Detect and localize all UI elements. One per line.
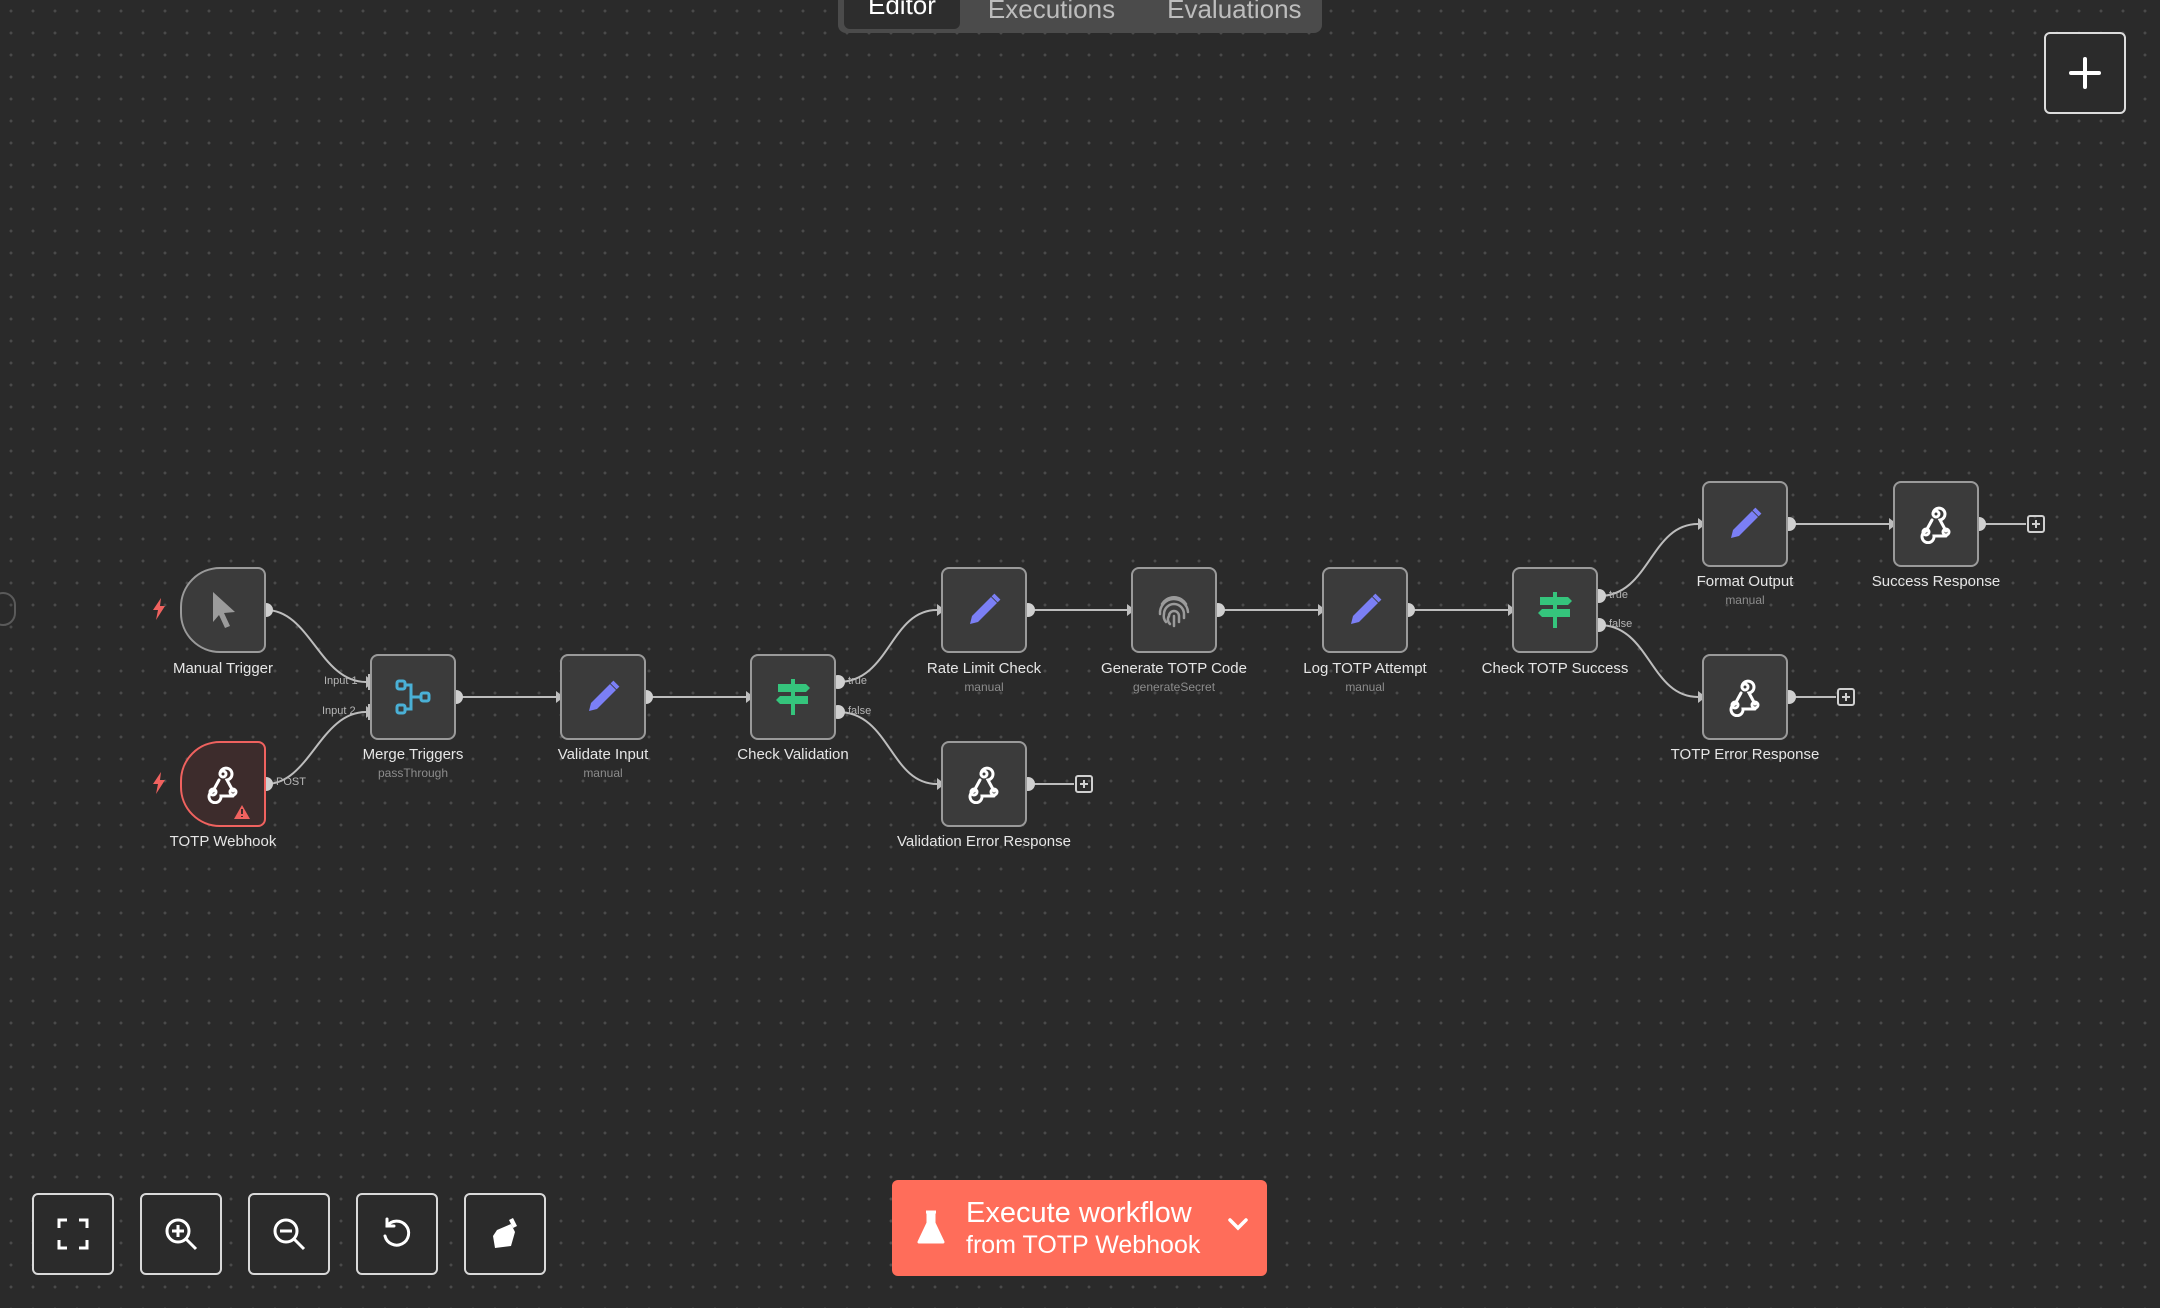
port-label: false	[1609, 618, 1633, 630]
flask-icon	[917, 1210, 945, 1244]
port-label: Input 2	[322, 705, 356, 717]
add-node-button[interactable]	[2044, 32, 2126, 114]
connections	[259, 515, 2045, 793]
tab-editor[interactable]: Editor	[844, 0, 960, 29]
node-log-totp-attempt[interactable]	[1322, 567, 1408, 653]
pencil-icon	[589, 680, 620, 711]
fit-view-button[interactable]	[32, 1193, 114, 1275]
node-label: Check Validation	[737, 746, 849, 763]
zoom-out-button[interactable]	[248, 1193, 330, 1275]
zoom-in-icon	[165, 1218, 198, 1251]
node-subtitle: manual	[1725, 593, 1765, 607]
node-label: Success Response	[1871, 573, 2001, 590]
webhook-icon	[1729, 679, 1760, 717]
node-validate-input[interactable]	[560, 654, 646, 740]
node-label: Validation Error Response	[897, 833, 1071, 850]
port-label: false	[848, 705, 872, 717]
trigger-bolt-icon	[153, 598, 165, 620]
reset-zoom-button[interactable]	[356, 1193, 438, 1275]
cursor-icon	[213, 592, 235, 628]
node-rate-limit-check[interactable]	[941, 567, 1027, 653]
tab-executions[interactable]: Executions	[964, 0, 1139, 27]
node-label: TOTP Error Response	[1670, 746, 1820, 763]
zoom-in-button[interactable]	[140, 1193, 222, 1275]
chevron-down-icon[interactable]	[1227, 1216, 1249, 1232]
execute-trigger-label: from TOTP Webhook	[966, 1231, 1201, 1260]
trigger-bolt-icon	[153, 772, 165, 794]
execute-label: Execute workflow	[966, 1196, 1192, 1229]
node-merge-triggers[interactable]	[370, 654, 456, 740]
pencil-icon	[970, 593, 1001, 624]
node-subtitle: manual	[1345, 680, 1385, 694]
node-format-output[interactable]	[1702, 481, 1788, 567]
tidy-up-icon	[493, 1218, 517, 1248]
execute-workflow-button[interactable]: Execute workflow from TOTP Webhook	[892, 1180, 1267, 1276]
node-label: Manual Trigger	[172, 660, 274, 677]
fit-view-icon	[57, 1218, 89, 1250]
webhook-icon	[968, 766, 999, 804]
node-subtitle: manual	[583, 766, 623, 780]
reset-zoom-icon	[383, 1217, 411, 1247]
port-label: Input 1	[324, 675, 358, 687]
node-generate-totp-code[interactable]	[1131, 567, 1217, 653]
merge-icon	[395, 679, 431, 715]
tab-evaluations[interactable]: Evaluations	[1143, 0, 1325, 27]
warning-icon	[234, 805, 250, 819]
fingerprint-icon	[1158, 595, 1190, 628]
node-manual-trigger[interactable]	[180, 567, 266, 653]
node-check-totp-success[interactable]	[1512, 567, 1598, 653]
plus-icon	[2069, 57, 2101, 89]
node-totp-error-response[interactable]	[1702, 654, 1788, 740]
node-totp-webhook[interactable]	[180, 741, 266, 827]
webhook-icon	[207, 766, 238, 804]
node-label: Check TOTP Success	[1481, 660, 1629, 677]
node-validation-error-response[interactable]	[941, 741, 1027, 827]
tidy-up-button[interactable]	[464, 1193, 546, 1275]
webhook-icon	[1920, 506, 1951, 544]
pencil-icon	[1351, 593, 1382, 624]
signpost-icon	[1538, 592, 1572, 628]
node-label: TOTP Webhook	[169, 833, 277, 850]
node-check-validation[interactable]	[750, 654, 836, 740]
signpost-icon	[776, 679, 810, 715]
pencil-icon	[1731, 507, 1762, 538]
zoom-out-icon	[273, 1218, 306, 1251]
view-tabs: Editor Executions Evaluations	[838, 0, 1322, 33]
node-success-response[interactable]	[1893, 481, 1979, 567]
